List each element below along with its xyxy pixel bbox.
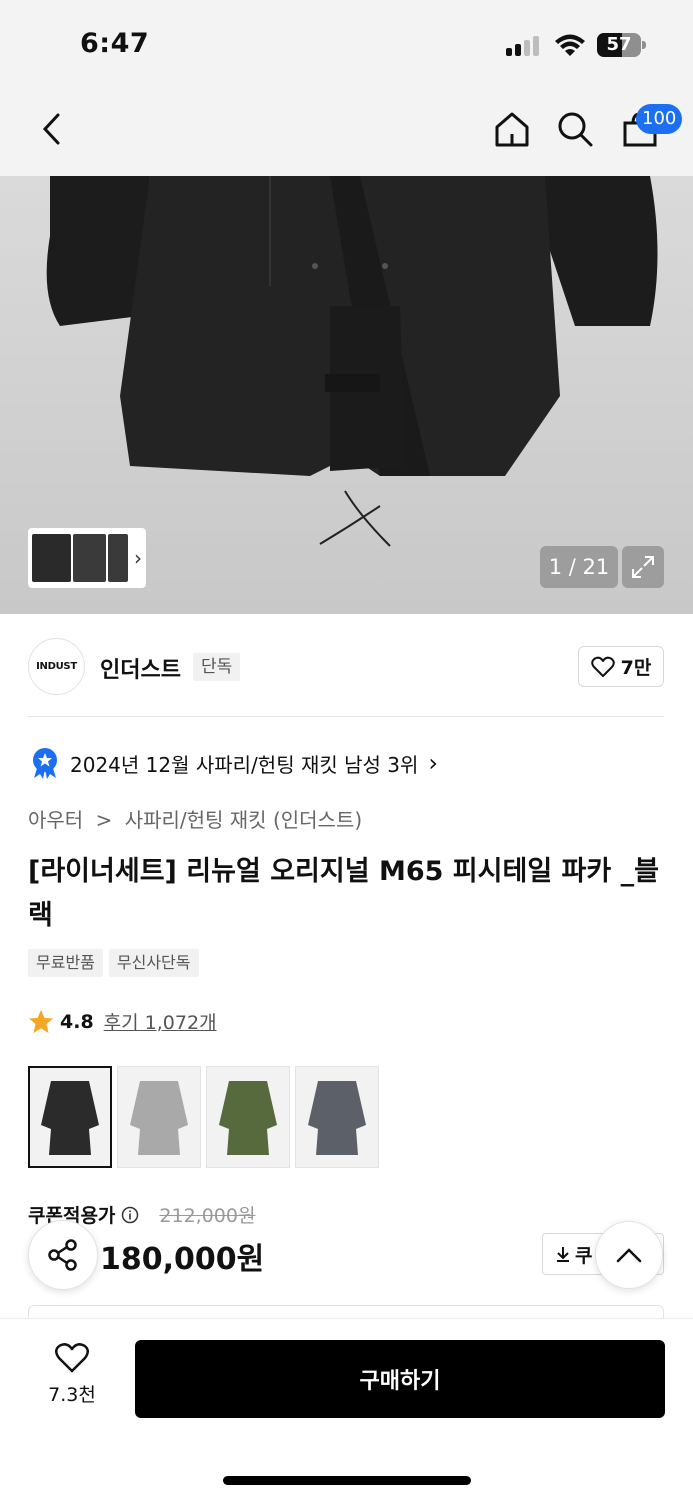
brand-like-count: 7만 bbox=[620, 657, 652, 679]
expand-icon bbox=[632, 556, 654, 578]
brand-name[interactable]: 인더스트 bbox=[100, 652, 181, 684]
musinsa-exclusive-tag: 무신사단독 bbox=[108, 949, 199, 977]
exclusive-tag: 단독 bbox=[193, 653, 241, 681]
heart-icon bbox=[55, 1343, 89, 1373]
signal-icon bbox=[506, 34, 542, 56]
buy-button[interactable]: 구매하기 bbox=[135, 1340, 665, 1418]
battery-cap bbox=[642, 41, 646, 49]
breadcrumb-subcategory[interactable]: 사파리/헌팅 재킷 (인더스트) bbox=[125, 808, 362, 832]
home-indicator bbox=[223, 1476, 471, 1485]
heart-icon bbox=[590, 656, 615, 677]
color-option-olive[interactable] bbox=[206, 1066, 290, 1168]
coupon-button-label: 쿠 bbox=[575, 1244, 593, 1267]
search-icon bbox=[558, 112, 593, 147]
thumbnail-image bbox=[32, 534, 72, 582]
thumbnail-image bbox=[73, 534, 107, 582]
color-options bbox=[28, 1066, 379, 1168]
scroll-to-top-button[interactable] bbox=[595, 1221, 663, 1289]
breadcrumb: 아우터 > 사파리/헌팅 재킷 (인더스트) bbox=[28, 804, 362, 833]
breadcrumb-separator: > bbox=[95, 808, 113, 832]
back-button[interactable] bbox=[28, 106, 74, 152]
info-icon[interactable] bbox=[121, 1206, 139, 1224]
parka-thumbnail bbox=[219, 1081, 277, 1155]
star-icon bbox=[29, 1009, 53, 1033]
battery-level: 57 bbox=[606, 34, 632, 55]
product-title: [라이너세트] 리뉴얼 오리지널 M65 피시테일 파카 _블랙 bbox=[28, 856, 659, 931]
chevron-up-icon bbox=[616, 1248, 642, 1263]
home-button[interactable] bbox=[489, 106, 535, 152]
expand-button[interactable] bbox=[622, 546, 664, 588]
wishlist-count: 7.3천 bbox=[48, 1384, 96, 1406]
thumbnail-image bbox=[108, 534, 129, 582]
wishlist-button[interactable]: 7.3천 bbox=[40, 1342, 104, 1407]
color-option-charcoal[interactable] bbox=[295, 1066, 379, 1168]
parka-thumbnail bbox=[41, 1081, 99, 1155]
color-option-gray[interactable] bbox=[117, 1066, 201, 1168]
brand-logo-text: INDUST bbox=[36, 661, 77, 672]
color-option-black[interactable] bbox=[28, 1066, 112, 1168]
rating-score: 4.8 bbox=[60, 1010, 94, 1033]
brand-logo[interactable]: INDUST bbox=[28, 638, 85, 695]
parka-thumbnail bbox=[130, 1081, 188, 1155]
ranking-link[interactable]: 2024년 12월 사파리/헌팅 재킷 남성 3위 › bbox=[30, 747, 438, 779]
rank-medal-icon bbox=[33, 748, 57, 779]
ranking-text: 2024년 12월 사파리/헌팅 재킷 남성 3위 bbox=[70, 752, 419, 777]
status-time: 6:47 bbox=[80, 28, 150, 59]
search-button[interactable] bbox=[552, 106, 598, 152]
product-tags: 무료반품 무신사단독 bbox=[28, 949, 199, 977]
free-return-tag: 무료반품 bbox=[28, 949, 103, 977]
wifi-icon bbox=[555, 34, 585, 56]
original-price: 212,000원 bbox=[159, 1205, 256, 1227]
cart-count-badge: 100 bbox=[636, 104, 683, 134]
share-icon bbox=[48, 1239, 77, 1271]
final-price: 180,000원 bbox=[100, 1242, 265, 1277]
rating-row: 4.8 후기 1,072개 bbox=[28, 1008, 217, 1035]
home-icon bbox=[495, 112, 529, 147]
battery-icon: 57 bbox=[597, 33, 641, 57]
image-counter: 1 / 21 bbox=[540, 546, 618, 588]
review-count-link[interactable]: 후기 1,072개 bbox=[104, 1008, 217, 1035]
chevron-left-icon bbox=[42, 113, 60, 145]
parka-thumbnail bbox=[308, 1081, 366, 1155]
image-thumbnail-strip[interactable]: › bbox=[28, 528, 146, 588]
share-button[interactable] bbox=[28, 1220, 98, 1290]
top-bar: 6:47 57 100 bbox=[0, 0, 693, 176]
breadcrumb-category[interactable]: 아우터 bbox=[28, 808, 83, 832]
brand-like-button[interactable]: 7만 bbox=[578, 646, 664, 687]
chevron-right-icon: › bbox=[134, 546, 143, 570]
divider bbox=[28, 716, 664, 717]
download-icon bbox=[557, 1247, 569, 1262]
chevron-right-icon: › bbox=[428, 749, 439, 777]
